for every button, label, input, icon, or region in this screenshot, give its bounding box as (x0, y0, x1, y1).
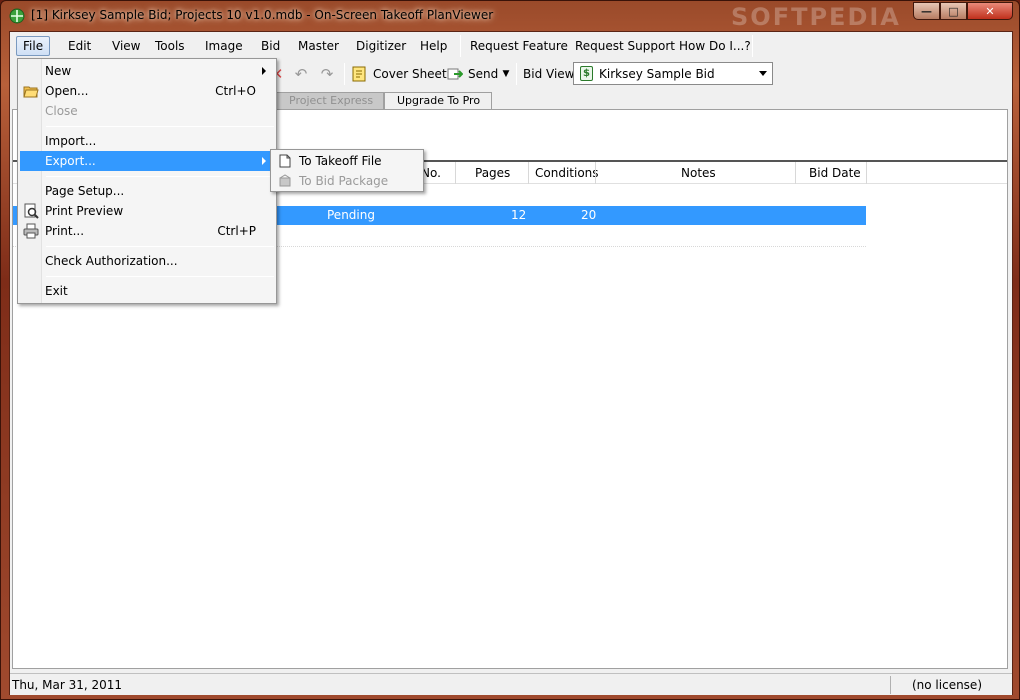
menu-item-label: Export... (45, 154, 96, 168)
toolbar-separator (516, 63, 517, 85)
column-divider (866, 162, 867, 184)
menu-tools[interactable]: Tools (149, 36, 191, 56)
menu-item-label: Exit (45, 284, 68, 298)
submenu-item-label: To Bid Package (299, 174, 389, 188)
column-divider (528, 162, 529, 184)
send-icon (446, 65, 464, 83)
status-date: Thu, Mar 31, 2011 (12, 678, 123, 692)
menu-edit[interactable]: Edit (62, 36, 97, 56)
maximize-button[interactable]: □ (940, 2, 967, 20)
printer-icon (23, 223, 39, 239)
menu-item-print-preview[interactable]: Print Preview (20, 201, 274, 221)
menu-separator (46, 276, 274, 277)
status-bar: Thu, Mar 31, 2011 (no license) (10, 673, 1012, 695)
column-divider (595, 162, 596, 184)
menu-item-label: Print Preview (45, 204, 124, 218)
menu-help[interactable]: Help (414, 36, 453, 56)
column-divider (795, 162, 796, 184)
send-button[interactable]: Send (468, 67, 498, 81)
menu-item-shortcut: Ctrl+P (217, 224, 256, 238)
menu-separator (46, 176, 274, 177)
menu-view[interactable]: View (106, 36, 146, 56)
menu-separator (46, 246, 274, 247)
bid-view-label: Bid View (523, 67, 575, 81)
menu-item-export[interactable]: Export... (20, 151, 274, 171)
file-menu-dropdown: New Open... Ctrl+O Close Import... Expor… (17, 58, 277, 304)
redo-icon[interactable]: ↷ (318, 65, 336, 83)
menu-item-label: Open... (45, 84, 89, 98)
menu-item-label: Print... (45, 224, 85, 238)
menu-item-label: Close (45, 104, 78, 118)
menu-item-label: Import... (45, 134, 97, 148)
menu-item-label: Page Setup... (45, 184, 125, 198)
menu-separator (752, 35, 753, 57)
col-header-pages[interactable]: Pages (475, 166, 510, 180)
menu-request-support[interactable]: Request Support (569, 36, 681, 56)
menu-image[interactable]: Image (199, 36, 249, 56)
window-title: [1] Kirksey Sample Bid; Projects 10 v1.0… (31, 8, 494, 22)
menu-item-new[interactable]: New (20, 61, 274, 81)
bid-view-value: Kirksey Sample Bid (599, 67, 715, 81)
menu-how-do-i[interactable]: How Do I...? (673, 36, 757, 56)
submenu-item-label: To Takeoff File (299, 154, 382, 168)
menu-item-page-setup[interactable]: Page Setup... (20, 181, 274, 201)
menu-master[interactable]: Master (292, 36, 345, 56)
export-submenu: To Takeoff File To Bid Package (270, 149, 424, 192)
menu-separator (46, 126, 274, 127)
column-divider (455, 162, 456, 184)
print-preview-icon (23, 203, 39, 219)
close-button[interactable]: ✕ (967, 2, 1013, 20)
toolbar-separator (344, 63, 345, 85)
col-header-bid-date[interactable]: Bid Date (809, 166, 861, 180)
menu-item-open[interactable]: Open... Ctrl+O (20, 81, 274, 101)
menu-item-import[interactable]: Import... (20, 131, 274, 151)
col-header-notes[interactable]: Notes (681, 166, 716, 180)
menu-bar: File Edit View Tools Image Bid Master Di… (10, 32, 1012, 58)
menu-item-print[interactable]: Print... Ctrl+P (20, 221, 274, 241)
cell-pages: 12 (511, 208, 527, 222)
submenu-arrow-icon (262, 67, 266, 75)
app-window: [1] Kirksey Sample Bid; Projects 10 v1.0… (0, 0, 1020, 700)
menu-file[interactable]: File (16, 36, 51, 56)
document-icon (277, 153, 293, 169)
menu-separator (460, 35, 461, 57)
menu-item-shortcut: Ctrl+O (215, 84, 256, 98)
softpedia-watermark: SOFTPEDIA (731, 3, 901, 31)
menu-item-check-authorization[interactable]: Check Authorization... (20, 251, 274, 271)
menu-item-label: Check Authorization... (45, 254, 178, 268)
menu-digitizer[interactable]: Digitizer (350, 36, 412, 56)
open-folder-icon (23, 83, 39, 99)
tab-upgrade-to-pro[interactable]: Upgrade To Pro (384, 92, 492, 110)
menu-item-exit[interactable]: Exit (20, 281, 274, 301)
undo-icon[interactable]: ↶ (292, 65, 310, 83)
cover-sheet-button[interactable]: Cover Sheet (373, 67, 447, 81)
minimize-button[interactable]: — (913, 2, 940, 20)
menu-item-label: New (45, 64, 72, 78)
submenu-item-to-bid-package[interactable]: To Bid Package (273, 171, 421, 191)
cell-status: Pending (327, 208, 375, 222)
status-license: (no license) (911, 678, 982, 692)
menu-item-close[interactable]: Close (20, 101, 274, 121)
menu-request-feature[interactable]: Request Feature (464, 36, 574, 56)
submenu-arrow-icon (262, 157, 266, 165)
status-separator (890, 676, 891, 694)
col-header-conditions[interactable]: Conditions (535, 166, 599, 180)
cell-conditions: 20 (581, 208, 597, 222)
title-bar[interactable]: [1] Kirksey Sample Bid; Projects 10 v1.0… (1, 1, 1019, 31)
app-icon (9, 8, 25, 24)
chevron-down-icon (759, 71, 767, 76)
package-icon (277, 173, 293, 189)
send-dropdown-arrow-icon[interactable]: ▼ (497, 65, 515, 83)
submenu-item-to-takeoff-file[interactable]: To Takeoff File (273, 151, 421, 171)
cover-sheet-icon (350, 65, 368, 83)
tab-project-express[interactable]: Project Express (276, 92, 384, 110)
menu-bid[interactable]: Bid (255, 36, 286, 56)
bid-icon: $ (580, 66, 593, 81)
bid-view-select[interactable]: $ Kirksey Sample Bid (573, 62, 773, 85)
